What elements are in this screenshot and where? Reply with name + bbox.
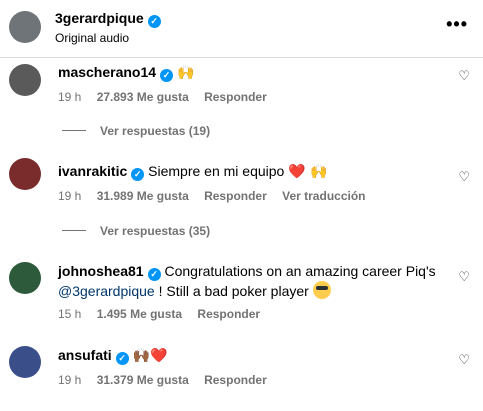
comment: mascherano14 ✓ 🙌 19 h 27.893 Me gusta Res… xyxy=(0,58,483,150)
comment-likes[interactable]: 27.893 Me gusta xyxy=(97,90,189,104)
commenter-avatar[interactable] xyxy=(9,64,41,96)
comment-username[interactable]: ivanrakitic xyxy=(58,163,127,179)
comment-time[interactable]: 19 h xyxy=(58,90,81,104)
like-heart-icon[interactable]: ♡ xyxy=(458,68,470,84)
comment-username[interactable]: mascherano14 xyxy=(58,64,156,80)
comment-text: mascherano14 ✓ 🙌 xyxy=(58,62,194,83)
reply-button[interactable]: Responder xyxy=(197,307,260,321)
comment: johnoshea81 ✓ Congratulations on an amazi… xyxy=(0,258,483,328)
verified-icon: ✓ xyxy=(160,69,174,82)
more-options-icon[interactable]: ••• xyxy=(446,14,468,35)
reply-button[interactable]: Responder xyxy=(204,90,267,104)
translate-button[interactable]: Ver traducción xyxy=(282,189,365,203)
sunglasses-emoji xyxy=(312,281,331,299)
like-heart-icon[interactable]: ♡ xyxy=(458,169,470,185)
comment-meta: 15 h 1.495 Me gusta Responder xyxy=(58,307,272,321)
owner-username[interactable]: 3gerardpique ✓ xyxy=(55,10,161,28)
comment-text: johnoshea81 ✓ Congratulations on an amazi… xyxy=(58,263,436,281)
view-replies-button[interactable]: Ver respuestas (19) xyxy=(62,124,210,138)
audio-label[interactable]: Original audio xyxy=(55,31,129,45)
comment-emoji: ❤️ 🙌 xyxy=(288,164,328,180)
comment-time[interactable]: 19 h xyxy=(58,189,81,203)
verified-icon: ✓ xyxy=(147,15,161,28)
like-heart-icon[interactable]: ♡ xyxy=(458,269,470,285)
commenter-avatar[interactable] xyxy=(9,158,41,190)
comment-text-line2: @3gerardpique ! Still a bad poker player xyxy=(58,281,331,301)
mention-link[interactable]: @3gerardpique xyxy=(58,283,155,299)
comment-text: ansufati ✓ 🙌🏾❤️ xyxy=(58,345,167,366)
reply-button[interactable]: Responder xyxy=(204,189,267,203)
comment-username[interactable]: johnoshea81 xyxy=(58,263,144,279)
comment-meta: 19 h 31.989 Me gusta Responder Ver tradu… xyxy=(58,189,378,203)
commenter-avatar[interactable] xyxy=(9,346,41,378)
owner-avatar[interactable] xyxy=(9,11,41,43)
comment-meta: 19 h 31.379 Me gusta Responder xyxy=(58,373,279,387)
comment-emoji: 🙌 xyxy=(176,65,195,81)
verified-icon: ✓ xyxy=(147,268,161,281)
comment-emoji: 🙌🏾❤️ xyxy=(132,348,168,364)
comment: ansufati ✓ 🙌🏾❤️ 19 h 31.379 Me gusta Resp… xyxy=(0,343,483,403)
like-heart-icon[interactable]: ♡ xyxy=(458,352,470,368)
commenter-avatar[interactable] xyxy=(9,262,41,294)
verified-icon: ✓ xyxy=(131,168,145,181)
post-header: 3gerardpique ✓ Original audio ••• xyxy=(0,0,483,58)
comment-meta: 19 h 27.893 Me gusta Responder xyxy=(58,90,279,104)
comment-likes[interactable]: 31.379 Me gusta xyxy=(97,373,189,387)
comment-likes[interactable]: 1.495 Me gusta xyxy=(97,307,182,321)
comment: ivanrakitic ✓ Siempre en mi equipo ❤️ 🙌 1… xyxy=(0,155,483,247)
comment-username[interactable]: ansufati xyxy=(58,347,112,363)
verified-icon: ✓ xyxy=(115,352,129,365)
comment-likes[interactable]: 31.989 Me gusta xyxy=(97,189,189,203)
view-replies-button[interactable]: Ver respuestas (35) xyxy=(62,224,210,238)
comment-time[interactable]: 15 h xyxy=(58,307,81,321)
comment-time[interactable]: 19 h xyxy=(58,373,81,387)
comment-text: ivanrakitic ✓ Siempre en mi equipo ❤️ 🙌 xyxy=(58,163,328,181)
reply-button[interactable]: Responder xyxy=(204,373,267,387)
